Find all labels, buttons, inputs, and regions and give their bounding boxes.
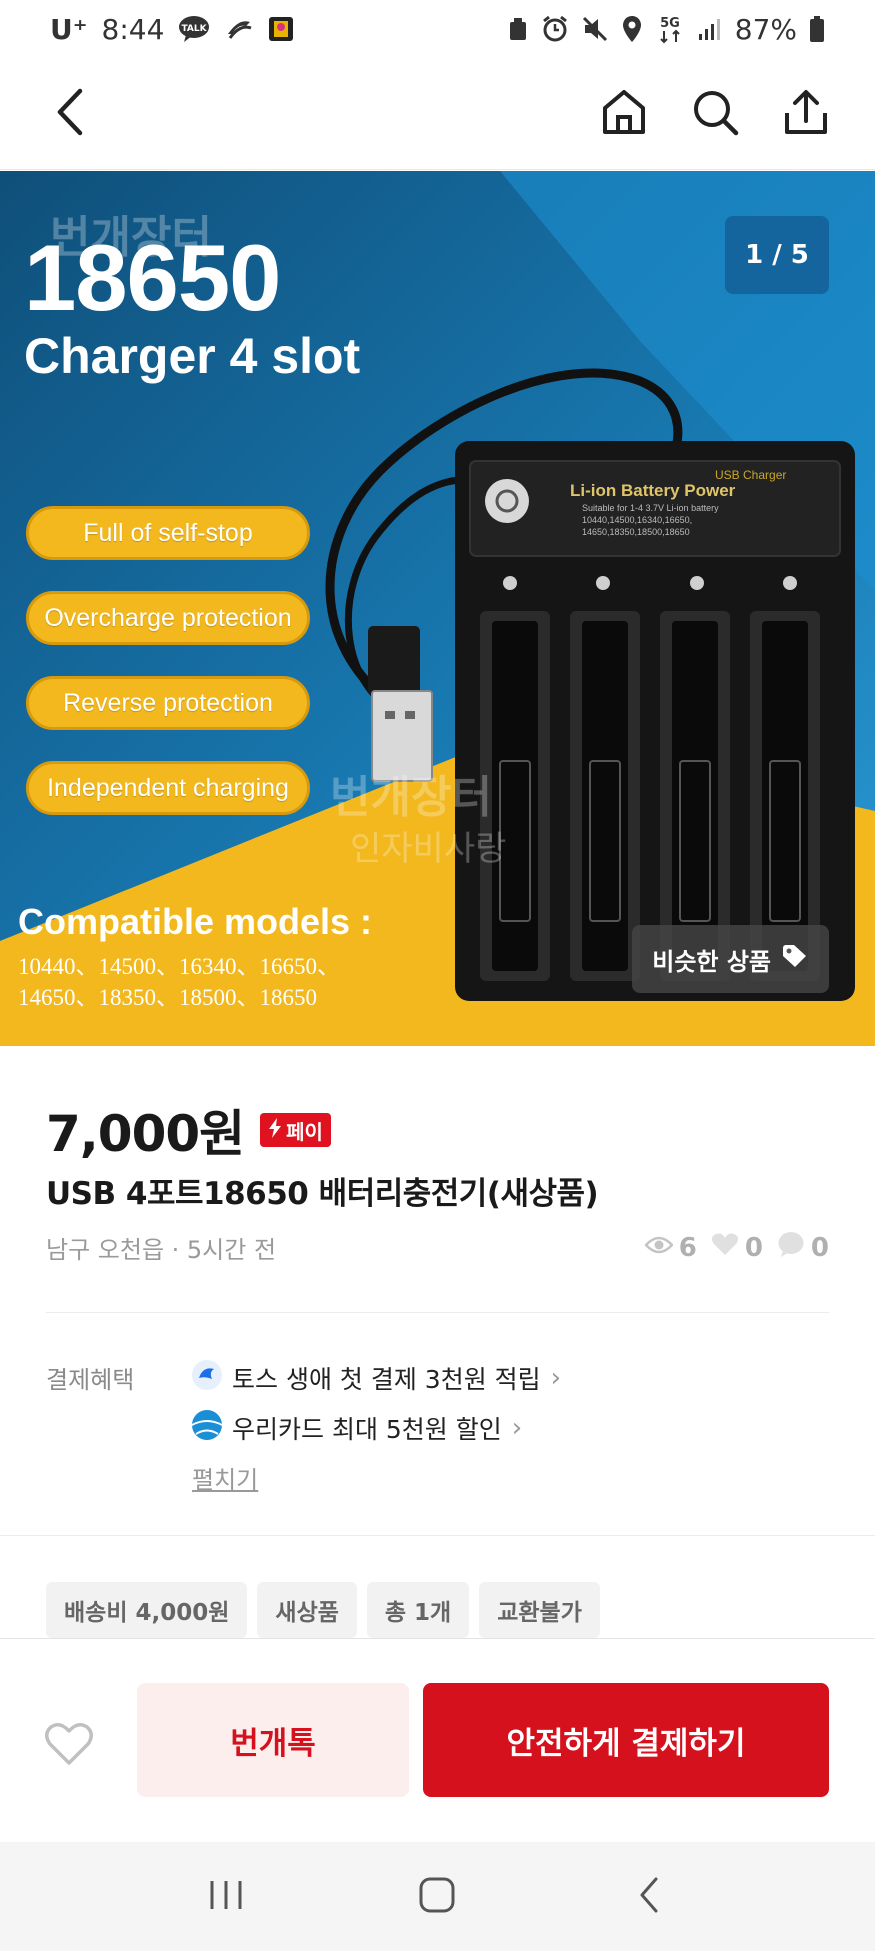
- product-stats: 6 0 0: [644, 1231, 829, 1264]
- feature-pill: Overcharge protection: [26, 591, 310, 645]
- kakaotalk-icon: TALK: [178, 15, 210, 43]
- app-notification-icon: [224, 16, 254, 42]
- compat-line: 14650、18350、18500、18650: [18, 985, 317, 1010]
- chats-stat: 0: [777, 1231, 829, 1264]
- price-row: 7,000원 페이: [46, 1094, 331, 1166]
- toss-benefit-link[interactable]: 토스 생애 첫 결제 3천원 적립 ›: [192, 1360, 561, 1396]
- compat-list: 10440、14500、16340、16650、 14650、18350、185…: [18, 951, 418, 1013]
- mute-icon: [581, 15, 609, 43]
- compat-line: 10440、14500、16340、16650、: [18, 954, 340, 979]
- product-tags: 배송비 4,000원 새상품 총 1개 교환불가: [46, 1582, 600, 1638]
- share-button[interactable]: [776, 84, 836, 144]
- views-count: 6: [678, 1232, 697, 1263]
- image-model-text: 18650: [24, 225, 281, 330]
- back-arrow-icon: [52, 87, 88, 141]
- svg-text:10440,14500,16340,16650,: 10440,14500,16340,16650,: [582, 515, 692, 525]
- similar-products-button[interactable]: 비슷한 상품: [632, 925, 829, 993]
- android-navigation-bar: [0, 1842, 875, 1951]
- product-title: USB 4포트18650 배터리충전기(새상품): [46, 1176, 599, 1212]
- home-icon: [599, 87, 649, 141]
- safe-payment-button[interactable]: 안전하게 결제하기: [423, 1683, 829, 1797]
- price: 7,000원: [46, 1105, 245, 1163]
- search-button[interactable]: [685, 84, 745, 144]
- signal-icon: [697, 17, 723, 41]
- svg-text:14650,18350,18500,18650: 14650,18350,18500,18650: [582, 527, 690, 537]
- section-divider: [0, 1535, 875, 1536]
- bungae-talk-button[interactable]: 번개톡: [137, 1683, 409, 1797]
- share-icon: [781, 87, 831, 141]
- likes-count: 0: [744, 1232, 763, 1263]
- home-nav-button[interactable]: [407, 1867, 467, 1927]
- svg-text:TALK: TALK: [182, 24, 208, 34]
- top-navigation: [0, 58, 875, 170]
- woori-card-benefit-link[interactable]: 우리카드 최대 5천원 할인 ›: [192, 1410, 522, 1446]
- game-app-icon: [268, 16, 294, 42]
- condition-tag: 새상품: [257, 1582, 357, 1638]
- svg-text:Li-ion Battery Power: Li-ion Battery Power: [570, 481, 736, 500]
- expand-benefits-link[interactable]: 펼치기: [192, 1460, 258, 1495]
- back-chevron-icon: [634, 1875, 664, 1919]
- lightning-icon: [268, 1117, 282, 1143]
- like-button[interactable]: [44, 1721, 94, 1767]
- bunjang-pay-badge: 페이: [260, 1113, 331, 1147]
- exchange-policy-tag: 교환불가: [479, 1582, 600, 1638]
- svg-text:5G: 5G: [660, 16, 680, 31]
- feature-pill: Full of self-stop: [26, 506, 310, 560]
- carrier-label: U⁺: [50, 12, 88, 46]
- recycle-bin-icon: [507, 16, 529, 42]
- product-image-carousel[interactable]: USB Charger Li-ion Battery Power Suitabl…: [0, 171, 875, 1046]
- back-button[interactable]: [40, 84, 100, 144]
- feature-pill: Independent charging: [26, 761, 310, 815]
- heart-icon: [711, 1232, 739, 1263]
- status-bar: U⁺ 8:44 TALK 5G 87%: [0, 0, 875, 58]
- image-page-counter: 1 / 5: [725, 216, 829, 294]
- location-icon: [621, 15, 643, 43]
- battery-percent: 87%: [734, 12, 797, 46]
- similar-products-label: 비슷한 상품: [652, 947, 771, 976]
- svg-text:Suitable for 1-4 3.7V Li-ion b: Suitable for 1-4 3.7V Li-ion battery: [582, 503, 719, 513]
- feature-pill: Reverse protection: [26, 676, 310, 730]
- back-nav-button[interactable]: [619, 1867, 679, 1927]
- shipping-fee-tag: 배송비 4,000원: [46, 1582, 248, 1638]
- divider: [46, 1312, 829, 1313]
- search-icon: [690, 87, 740, 141]
- eye-icon: [644, 1233, 674, 1263]
- meta-row: 남구 오천읍 · 5시간 전 6 0 0: [46, 1230, 829, 1265]
- toss-benefit-text: 토스 생애 첫 결제 3천원 적립: [232, 1365, 541, 1394]
- quantity-tag: 총 1개: [366, 1582, 470, 1638]
- payment-benefits-label: 결제혜택: [46, 1366, 135, 1394]
- home-square-icon: [417, 1875, 457, 1919]
- chats-count: 0: [810, 1232, 829, 1263]
- views-stat: 6: [644, 1232, 697, 1263]
- network-5g-icon: 5G: [655, 14, 685, 44]
- brand-watermark: 번개장터: [330, 772, 492, 823]
- toss-logo-icon: [192, 1360, 222, 1396]
- chat-bubble-icon: [777, 1231, 805, 1264]
- woori-card-benefit-text: 우리카드 최대 5천원 할인: [232, 1415, 502, 1444]
- image-subtitle-text: Charger 4 slot: [24, 328, 361, 384]
- bottom-action-bar: 번개톡 안전하게 결제하기: [0, 1638, 875, 1842]
- likes-stat: 0: [711, 1232, 763, 1263]
- recent-apps-button[interactable]: [196, 1867, 256, 1927]
- compat-title: Compatible models :: [18, 901, 373, 942]
- chevron-right-icon: ›: [511, 1413, 523, 1443]
- heart-outline-icon: [44, 1723, 94, 1771]
- clock: 8:44: [101, 12, 165, 46]
- recent-apps-icon: [206, 1877, 246, 1917]
- svg-text:USB Charger: USB Charger: [715, 468, 786, 482]
- seller-watermark: 인자비사랑: [350, 829, 507, 869]
- home-button[interactable]: [594, 84, 654, 144]
- tag-icon: [781, 944, 809, 974]
- chevron-right-icon: ›: [550, 1363, 562, 1393]
- battery-icon: [809, 15, 825, 43]
- alarm-icon: [541, 15, 569, 43]
- pay-badge-label: 페이: [286, 1119, 323, 1144]
- woori-card-logo-icon: [192, 1410, 222, 1446]
- location-time: 남구 오천읍 · 5시간 전: [46, 1236, 277, 1264]
